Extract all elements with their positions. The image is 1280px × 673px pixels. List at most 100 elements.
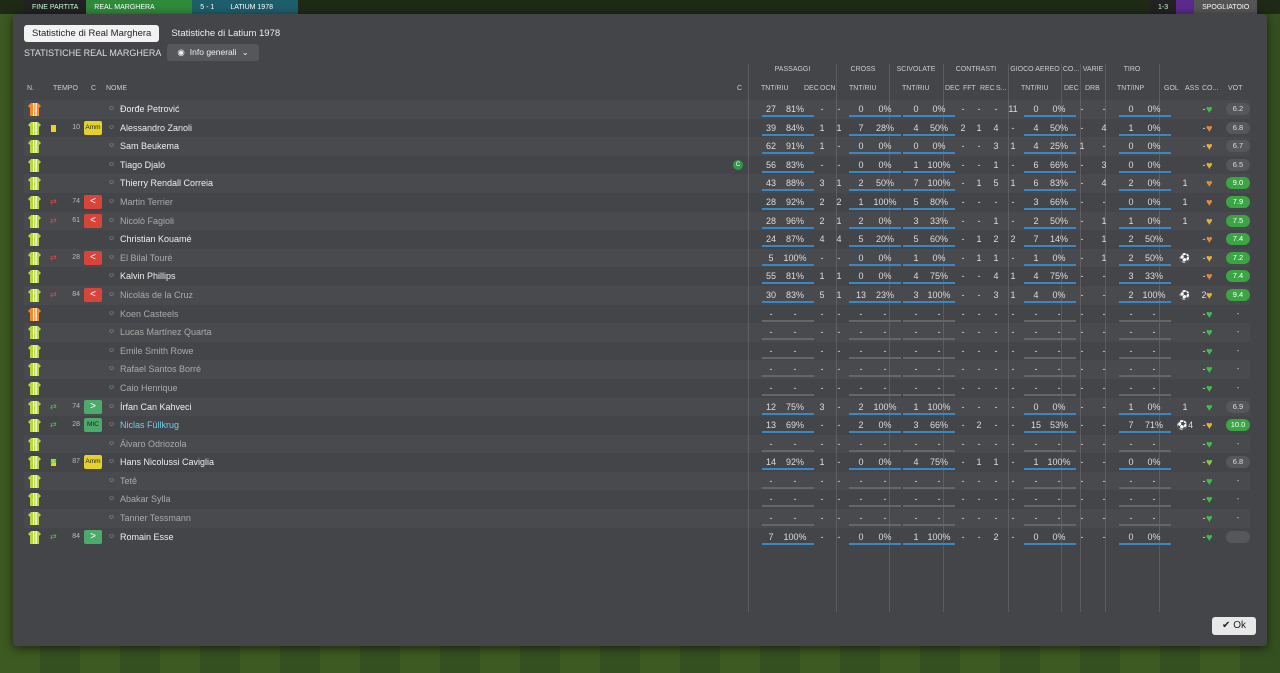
player-name[interactable]: Sam Beukema: [120, 137, 179, 156]
rating-badge: 7.4: [1226, 233, 1250, 246]
col-nome[interactable]: NOME: [106, 85, 127, 92]
player-name[interactable]: Tiago Djaló: [120, 156, 165, 175]
player-row[interactable]: ☺ Rafael Santos Borré - - - - - - - - - - - - - - - - - - - ♥…: [24, 360, 1250, 379]
rating-badge: 10.0: [1226, 419, 1250, 432]
player-name[interactable]: Alessandro Zanoli: [120, 119, 192, 138]
person-icon: ☺: [108, 421, 116, 429]
cell-s: -: [1011, 513, 1015, 524]
player-name[interactable]: Thierry Rendall Correia: [120, 174, 213, 193]
progress-bar: [762, 468, 814, 471]
cell-adec: -: [1080, 438, 1084, 449]
player-row[interactable]: ⇄ 84 > ☺ Romain Esse 7 100% - -0 0% 1 100% - -2-0 0% - -…: [24, 528, 1250, 547]
person-icon: ☺: [108, 514, 116, 522]
player-row[interactable]: ☺ Lucas Martínez Quarta - - - - - - - - - - - - - - - - - -…: [24, 323, 1250, 342]
player-name[interactable]: Tanner Tessmann: [120, 509, 191, 528]
player-row[interactable]: ☺ Tiago Djaló C 56 83% - -0 0% 1 100% - -1-6 66% -3 0 0…: [24, 156, 1250, 175]
player-name[interactable]: Martin Terrier: [120, 193, 173, 212]
player-name[interactable]: Romain Esse: [120, 528, 174, 547]
progress-bar: [1119, 319, 1171, 322]
cell-fft: -: [977, 104, 981, 114]
player-row[interactable]: ⇄ 61 < ☺ Nicolò Fagioli 28 96% 2 1 2 0% 3 33% - -1-2 50…: [24, 212, 1250, 231]
player-name[interactable]: Rafael Santos Borré: [120, 360, 201, 379]
col-pass[interactable]: TNT/RIU: [761, 85, 789, 92]
player-name[interactable]: Niclas Füllkrug: [120, 416, 179, 435]
player-name[interactable]: Emile Smith Rowe: [120, 342, 194, 361]
player-row[interactable]: ☺ Koen Casteels - - - - - - - - - - - - - - - - - - - ♥ -: [24, 305, 1250, 324]
shirt-icon: [28, 344, 41, 358]
col-c2[interactable]: C: [737, 85, 742, 92]
cell-dec: 3: [819, 401, 825, 412]
player-name[interactable]: Tetê: [120, 472, 137, 491]
cell-drb: -: [1102, 364, 1106, 375]
col-cross[interactable]: TNT/RIU: [849, 85, 877, 92]
player-row[interactable]: ⇄ 28 < ☺ El Bilal Touré 5 100% - -0 0% 1 0% -1 1-1 0% -…: [24, 249, 1250, 268]
player-row[interactable]: ☺ Emile Smith Rowe - - - - - - - - - - - - - - - - - - - ♥ -: [24, 342, 1250, 361]
col-adec[interactable]: DEC: [1064, 85, 1079, 92]
player-name[interactable]: Nicolò Fagioli: [120, 212, 174, 231]
player-row[interactable]: ⇄ 28 MIC ☺ Niclas Füllkrug 13 69% - -2 0% 3 66% -2- -…: [24, 416, 1250, 435]
cell-dec: 1: [819, 457, 825, 468]
view-dropdown[interactable]: ◉ Info generali ⌄: [167, 44, 259, 61]
player-row[interactable]: ☺ Tanner Tessmann - - - - - - - - - - - - - - - - - - - ♥ -: [24, 509, 1250, 528]
col-aereo[interactable]: TNT/RIU: [1021, 85, 1049, 92]
col-c[interactable]: C: [91, 85, 96, 92]
ok-button[interactable]: ✔ Ok: [1212, 617, 1256, 635]
col-fft[interactable]: FFT: [963, 85, 976, 92]
col-co2[interactable]: CO...: [1202, 85, 1218, 92]
cell-adec: -: [1080, 196, 1084, 207]
rating-badge: 6.8: [1226, 121, 1250, 134]
player-name[interactable]: Caio Henrique: [120, 379, 178, 398]
condition-heart-icon: ♥: [1206, 196, 1213, 209]
player-row[interactable]: ☺ Tetê - - - - - - - - - - - - - - - - - - - ♥ -: [24, 472, 1250, 491]
player-row[interactable]: ⇄ 84 < ☺ Nicolás de la Cruz 30 83% 5 1 13 23% 3 100%…: [24, 286, 1250, 305]
player-name[interactable]: Đorđe Petrović: [120, 100, 180, 119]
player-row[interactable]: 10 Amm ☺ Alessandro Zanoli 39 84% 1 1 7 28% 4 50% 2 1…: [24, 119, 1250, 138]
col-gol[interactable]: GOL: [1164, 85, 1179, 92]
player-row[interactable]: ☺ Sam Beukema 62 91% 1-0 0% 0 0% - -3 1 4 25% 1-0 0% - ♥…: [24, 137, 1250, 156]
col-cdec[interactable]: DEC: [945, 85, 960, 92]
player-row[interactable]: ⇄ 74 > ☺ İrfan Can Kahveci 12 75% 3-2 100% 1 100% -…: [24, 398, 1250, 417]
player-name[interactable]: Álvaro Odriozola: [120, 435, 187, 454]
cell-dec: 2: [819, 215, 825, 226]
col-tiro[interactable]: TNT/INP: [1117, 85, 1144, 92]
progress-bar: [1024, 393, 1076, 396]
player-row[interactable]: ☺ Thierry Rendall Correia 43 88% 3 1 2 50% 7 100%…: [24, 174, 1250, 193]
player-name[interactable]: Kalvin Phillips: [120, 267, 176, 286]
shirt-icon: [28, 437, 41, 451]
player-row[interactable]: ☺ Caio Henrique - - - - - - - - - - - - - - - - - - - ♥ -: [24, 379, 1250, 398]
col-s[interactable]: S...: [996, 85, 1007, 92]
col-sciv[interactable]: TNT/RIU: [902, 85, 930, 92]
player-row[interactable]: ☺ Đorđe Petrović 27 81% - -0 0% 0 0% - - -11 0 0% - -0 0…: [24, 100, 1250, 119]
status-badge: >: [84, 529, 102, 544]
col-rec[interactable]: REC: [980, 85, 995, 92]
col-tempo[interactable]: TEMPO: [53, 85, 78, 92]
player-name[interactable]: El Bilal Touré: [120, 249, 172, 268]
col-n[interactable]: N.: [27, 85, 34, 92]
tab-home-stats[interactable]: Statistiche di Real Marghera: [24, 25, 160, 42]
col-ocn[interactable]: OCN: [820, 85, 836, 92]
player-name[interactable]: Nicolás de la Cruz: [120, 286, 193, 305]
player-row[interactable]: ☺ Christian Kouamé 24 87% 4 4 5 20% 5 60% -1 2 2 7 14%…: [24, 230, 1250, 249]
player-name[interactable]: Hans Nicolussi Caviglia: [120, 453, 214, 472]
player-row[interactable]: ☺ Abakar Sylla - - - - - - - - - - - - - - - - - - - ♥ -: [24, 490, 1250, 509]
player-row[interactable]: ⇄ 87 Amm ☺ Hans Nicolussi Caviglia 14 92% 1-0 0%…: [24, 453, 1250, 472]
player-name[interactable]: Abakar Sylla: [120, 490, 171, 509]
player-row[interactable]: ⇄ 74 < ☺ Martin Terrier 28 92% 2 2 1 100% 5 80% - - - -3…: [24, 193, 1250, 212]
shirt-icon: [28, 140, 41, 154]
player-name[interactable]: İrfan Can Kahveci: [120, 398, 192, 417]
player-row[interactable]: ☺ Kalvin Phillips 55 81% 1 1 0 0% 4 75% - -4 1 4 75% - -…: [24, 267, 1250, 286]
cell-dec: 1: [819, 141, 825, 152]
cell-ocn: 1: [836, 271, 842, 282]
col-ass[interactable]: ASS: [1185, 85, 1199, 92]
tab-away-stats[interactable]: Statistiche di Latium 1978: [163, 25, 288, 42]
player-name[interactable]: Christian Kouamé: [120, 230, 192, 249]
col-drb[interactable]: DRB: [1085, 85, 1100, 92]
cell-s: 1: [1010, 289, 1016, 300]
progress-bar: [1024, 189, 1076, 192]
col-dec[interactable]: DEC: [804, 85, 819, 92]
player-row[interactable]: ☺ Álvaro Odriozola - - - - - - - - - - - - - - - - - - - ♥ -: [24, 435, 1250, 454]
condition-heart-icon: ♥: [1206, 401, 1213, 414]
player-name[interactable]: Lucas Martínez Quarta: [120, 323, 212, 342]
col-vot[interactable]: VOT: [1228, 85, 1242, 92]
player-name[interactable]: Koen Casteels: [120, 305, 179, 324]
